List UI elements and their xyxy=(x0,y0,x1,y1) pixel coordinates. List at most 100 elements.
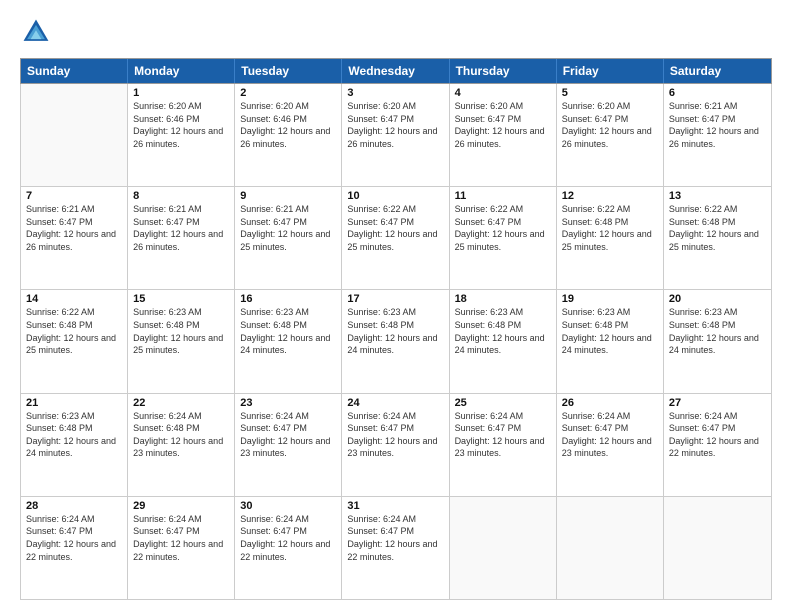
cal-cell-empty-4-4 xyxy=(450,497,557,599)
day-info: Sunrise: 6:24 AM Sunset: 6:47 PM Dayligh… xyxy=(347,513,443,563)
day-number: 30 xyxy=(240,500,336,512)
day-number: 17 xyxy=(347,293,443,305)
day-number: 24 xyxy=(347,397,443,409)
cal-cell-8: 8Sunrise: 6:21 AM Sunset: 6:47 PM Daylig… xyxy=(128,187,235,289)
day-number: 22 xyxy=(133,397,229,409)
cal-cell-12: 12Sunrise: 6:22 AM Sunset: 6:48 PM Dayli… xyxy=(557,187,664,289)
cal-cell-11: 11Sunrise: 6:22 AM Sunset: 6:47 PM Dayli… xyxy=(450,187,557,289)
day-info: Sunrise: 6:23 AM Sunset: 6:48 PM Dayligh… xyxy=(26,410,122,460)
cal-cell-31: 31Sunrise: 6:24 AM Sunset: 6:47 PM Dayli… xyxy=(342,497,449,599)
day-number: 21 xyxy=(26,397,122,409)
week-row-1: 1Sunrise: 6:20 AM Sunset: 6:46 PM Daylig… xyxy=(21,84,771,187)
cal-cell-15: 15Sunrise: 6:23 AM Sunset: 6:48 PM Dayli… xyxy=(128,290,235,392)
day-number: 1 xyxy=(133,87,229,99)
weekday-header-thursday: Thursday xyxy=(450,59,557,83)
day-number: 27 xyxy=(669,397,766,409)
cal-cell-19: 19Sunrise: 6:23 AM Sunset: 6:48 PM Dayli… xyxy=(557,290,664,392)
day-info: Sunrise: 6:22 AM Sunset: 6:47 PM Dayligh… xyxy=(347,203,443,253)
day-info: Sunrise: 6:20 AM Sunset: 6:46 PM Dayligh… xyxy=(240,100,336,150)
cal-cell-13: 13Sunrise: 6:22 AM Sunset: 6:48 PM Dayli… xyxy=(664,187,771,289)
cal-cell-9: 9Sunrise: 6:21 AM Sunset: 6:47 PM Daylig… xyxy=(235,187,342,289)
cal-cell-22: 22Sunrise: 6:24 AM Sunset: 6:48 PM Dayli… xyxy=(128,394,235,496)
day-info: Sunrise: 6:23 AM Sunset: 6:48 PM Dayligh… xyxy=(133,306,229,356)
day-number: 11 xyxy=(455,190,551,202)
day-number: 13 xyxy=(669,190,766,202)
cal-cell-20: 20Sunrise: 6:23 AM Sunset: 6:48 PM Dayli… xyxy=(664,290,771,392)
logo xyxy=(20,16,58,48)
day-info: Sunrise: 6:23 AM Sunset: 6:48 PM Dayligh… xyxy=(240,306,336,356)
day-number: 29 xyxy=(133,500,229,512)
day-info: Sunrise: 6:22 AM Sunset: 6:48 PM Dayligh… xyxy=(669,203,766,253)
cal-cell-empty-0-0 xyxy=(21,84,128,186)
day-info: Sunrise: 6:23 AM Sunset: 6:48 PM Dayligh… xyxy=(562,306,658,356)
cal-cell-28: 28Sunrise: 6:24 AM Sunset: 6:47 PM Dayli… xyxy=(21,497,128,599)
calendar: SundayMondayTuesdayWednesdayThursdayFrid… xyxy=(20,58,772,600)
day-info: Sunrise: 6:23 AM Sunset: 6:48 PM Dayligh… xyxy=(455,306,551,356)
cal-cell-17: 17Sunrise: 6:23 AM Sunset: 6:48 PM Dayli… xyxy=(342,290,449,392)
week-row-4: 21Sunrise: 6:23 AM Sunset: 6:48 PM Dayli… xyxy=(21,394,771,497)
cal-cell-18: 18Sunrise: 6:23 AM Sunset: 6:48 PM Dayli… xyxy=(450,290,557,392)
day-number: 8 xyxy=(133,190,229,202)
page: SundayMondayTuesdayWednesdayThursdayFrid… xyxy=(0,0,792,612)
day-info: Sunrise: 6:24 AM Sunset: 6:47 PM Dayligh… xyxy=(347,410,443,460)
day-number: 5 xyxy=(562,87,658,99)
day-number: 6 xyxy=(669,87,766,99)
cal-cell-2: 2Sunrise: 6:20 AM Sunset: 6:46 PM Daylig… xyxy=(235,84,342,186)
cal-cell-14: 14Sunrise: 6:22 AM Sunset: 6:48 PM Dayli… xyxy=(21,290,128,392)
cal-cell-30: 30Sunrise: 6:24 AM Sunset: 6:47 PM Dayli… xyxy=(235,497,342,599)
weekday-header-monday: Monday xyxy=(128,59,235,83)
day-number: 20 xyxy=(669,293,766,305)
day-info: Sunrise: 6:20 AM Sunset: 6:47 PM Dayligh… xyxy=(562,100,658,150)
day-number: 4 xyxy=(455,87,551,99)
day-info: Sunrise: 6:24 AM Sunset: 6:47 PM Dayligh… xyxy=(669,410,766,460)
cal-cell-10: 10Sunrise: 6:22 AM Sunset: 6:47 PM Dayli… xyxy=(342,187,449,289)
day-info: Sunrise: 6:20 AM Sunset: 6:47 PM Dayligh… xyxy=(455,100,551,150)
day-number: 10 xyxy=(347,190,443,202)
week-row-3: 14Sunrise: 6:22 AM Sunset: 6:48 PM Dayli… xyxy=(21,290,771,393)
day-number: 18 xyxy=(455,293,551,305)
day-number: 19 xyxy=(562,293,658,305)
day-info: Sunrise: 6:22 AM Sunset: 6:47 PM Dayligh… xyxy=(455,203,551,253)
day-number: 28 xyxy=(26,500,122,512)
day-number: 16 xyxy=(240,293,336,305)
day-info: Sunrise: 6:21 AM Sunset: 6:47 PM Dayligh… xyxy=(240,203,336,253)
cal-cell-5: 5Sunrise: 6:20 AM Sunset: 6:47 PM Daylig… xyxy=(557,84,664,186)
cal-cell-empty-4-6 xyxy=(664,497,771,599)
logo-icon xyxy=(20,16,52,48)
day-number: 14 xyxy=(26,293,122,305)
day-info: Sunrise: 6:24 AM Sunset: 6:47 PM Dayligh… xyxy=(562,410,658,460)
cal-cell-6: 6Sunrise: 6:21 AM Sunset: 6:47 PM Daylig… xyxy=(664,84,771,186)
week-row-2: 7Sunrise: 6:21 AM Sunset: 6:47 PM Daylig… xyxy=(21,187,771,290)
calendar-header: SundayMondayTuesdayWednesdayThursdayFrid… xyxy=(20,58,772,84)
cal-cell-25: 25Sunrise: 6:24 AM Sunset: 6:47 PM Dayli… xyxy=(450,394,557,496)
day-number: 12 xyxy=(562,190,658,202)
day-info: Sunrise: 6:20 AM Sunset: 6:47 PM Dayligh… xyxy=(347,100,443,150)
weekday-header-wednesday: Wednesday xyxy=(342,59,449,83)
weekday-header-friday: Friday xyxy=(557,59,664,83)
cal-cell-1: 1Sunrise: 6:20 AM Sunset: 6:46 PM Daylig… xyxy=(128,84,235,186)
day-info: Sunrise: 6:23 AM Sunset: 6:48 PM Dayligh… xyxy=(347,306,443,356)
day-number: 15 xyxy=(133,293,229,305)
cal-cell-7: 7Sunrise: 6:21 AM Sunset: 6:47 PM Daylig… xyxy=(21,187,128,289)
day-info: Sunrise: 6:21 AM Sunset: 6:47 PM Dayligh… xyxy=(26,203,122,253)
day-number: 26 xyxy=(562,397,658,409)
day-info: Sunrise: 6:24 AM Sunset: 6:47 PM Dayligh… xyxy=(240,410,336,460)
weekday-header-sunday: Sunday xyxy=(21,59,128,83)
cal-cell-21: 21Sunrise: 6:23 AM Sunset: 6:48 PM Dayli… xyxy=(21,394,128,496)
day-info: Sunrise: 6:24 AM Sunset: 6:47 PM Dayligh… xyxy=(133,513,229,563)
day-info: Sunrise: 6:20 AM Sunset: 6:46 PM Dayligh… xyxy=(133,100,229,150)
day-info: Sunrise: 6:21 AM Sunset: 6:47 PM Dayligh… xyxy=(133,203,229,253)
day-info: Sunrise: 6:24 AM Sunset: 6:47 PM Dayligh… xyxy=(455,410,551,460)
cal-cell-24: 24Sunrise: 6:24 AM Sunset: 6:47 PM Dayli… xyxy=(342,394,449,496)
cal-cell-26: 26Sunrise: 6:24 AM Sunset: 6:47 PM Dayli… xyxy=(557,394,664,496)
cal-cell-4: 4Sunrise: 6:20 AM Sunset: 6:47 PM Daylig… xyxy=(450,84,557,186)
weekday-header-tuesday: Tuesday xyxy=(235,59,342,83)
weekday-header-saturday: Saturday xyxy=(664,59,771,83)
day-number: 23 xyxy=(240,397,336,409)
day-number: 2 xyxy=(240,87,336,99)
header xyxy=(20,16,772,48)
day-info: Sunrise: 6:24 AM Sunset: 6:47 PM Dayligh… xyxy=(26,513,122,563)
day-number: 7 xyxy=(26,190,122,202)
week-row-5: 28Sunrise: 6:24 AM Sunset: 6:47 PM Dayli… xyxy=(21,497,771,599)
day-number: 9 xyxy=(240,190,336,202)
